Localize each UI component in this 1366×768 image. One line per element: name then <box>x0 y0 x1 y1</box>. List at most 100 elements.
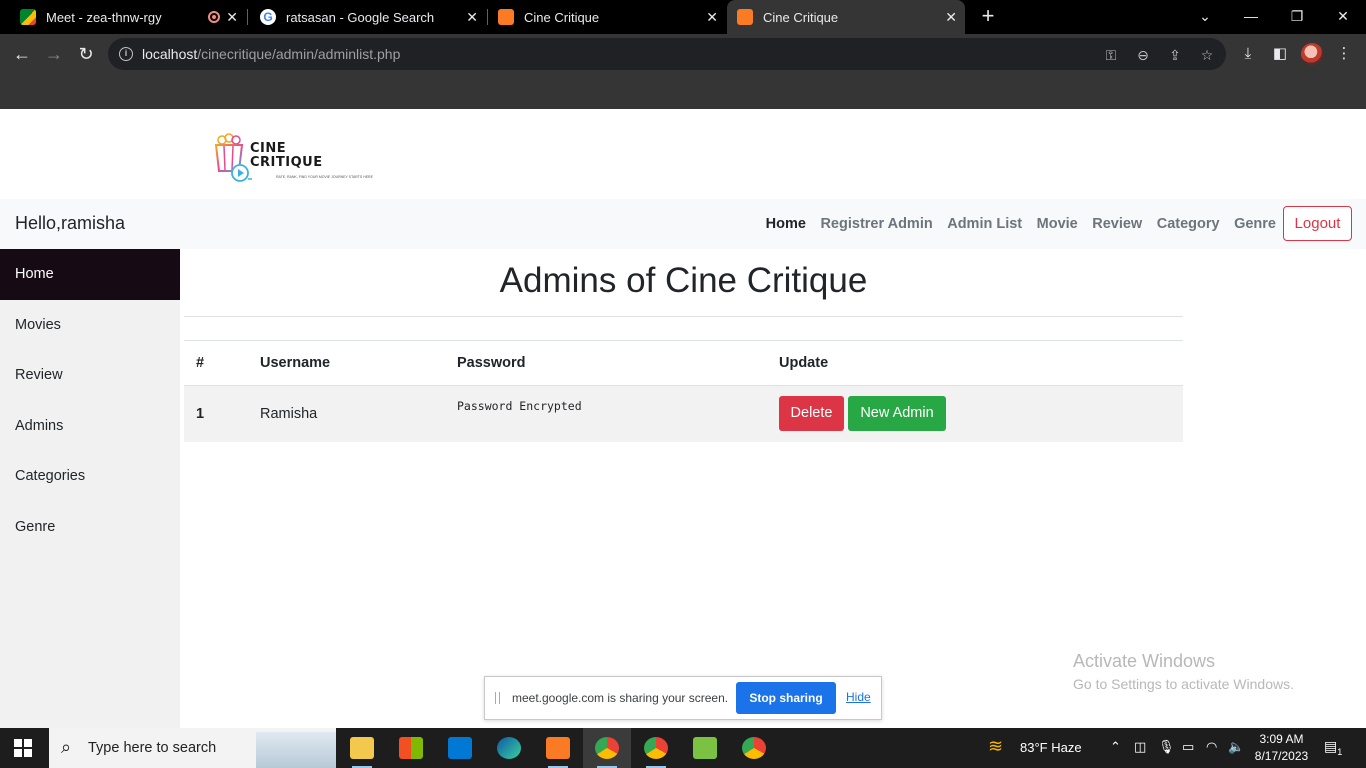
edge-icon[interactable] <box>485 728 533 768</box>
sidebar-item-review[interactable]: Review <box>0 350 180 401</box>
battery-icon[interactable]: ▭ <box>1182 739 1194 755</box>
close-tab-icon[interactable]: ✕ <box>466 9 478 26</box>
nav-links: Home Registrer Admin Admin List Movie Re… <box>751 199 1276 249</box>
download-icon[interactable]: ⤓ <box>1238 44 1258 64</box>
browser-tab-strip: Meet - zea-thnw-rgy ✕ G ratsasan - Googl… <box>0 0 1366 34</box>
logout-button[interactable]: Logout <box>1283 206 1352 241</box>
key-icon[interactable]: ⚿ <box>1102 46 1120 64</box>
volume-icon[interactable]: 🔈 <box>1228 739 1244 755</box>
bookmark-bar <box>0 74 1366 109</box>
logo-wordmark: CRITIQUE <box>250 155 323 170</box>
popcorn-film-icon <box>214 133 252 182</box>
nav-link-category[interactable]: Category <box>1157 216 1220 232</box>
tab-cine-critique-2[interactable]: Cine Critique ✕ <box>727 0 965 34</box>
admins-table: # Username Password Update 1 Ramisha Pas… <box>184 340 1183 442</box>
row-actions: Delete New Admin <box>779 385 1183 442</box>
activate-windows-watermark: Activate Windows Go to Settings to activ… <box>1073 651 1294 692</box>
column-header-number: # <box>184 340 260 386</box>
profile-avatar[interactable] <box>1301 43 1323 65</box>
chrome-icon[interactable] <box>730 728 778 768</box>
nav-link-movie[interactable]: Movie <box>1037 216 1078 232</box>
share-message: meet.google.com is sharing your screen. <box>512 691 729 705</box>
meet-tray-icon[interactable]: ◫ <box>1134 739 1146 755</box>
xampp-taskbar-icon[interactable] <box>534 728 582 768</box>
forward-arrow-icon[interactable]: → <box>42 42 66 66</box>
menu-kebab-icon[interactable]: ⋮ <box>1334 44 1354 64</box>
zoom-icon[interactable]: ⊖ <box>1134 46 1152 64</box>
logo-tagline: RATE, RANK, FIND YOUR MOVIE JOURNEY STAR… <box>276 175 373 179</box>
close-tab-icon[interactable]: ✕ <box>945 9 957 26</box>
search-icon: ⌕ <box>61 737 72 757</box>
tab-meet[interactable]: Meet - zea-thnw-rgy ✕ <box>8 0 246 34</box>
sidebar-item-admins[interactable]: Admins <box>0 401 180 452</box>
new-admin-button[interactable]: New Admin <box>848 396 946 432</box>
wifi-icon[interactable]: ◠ <box>1206 739 1217 755</box>
system-clock[interactable]: 3:09 AM 8/17/2023 <box>1254 731 1309 765</box>
nav-link-home[interactable]: Home <box>766 216 806 232</box>
bookmark-star-icon[interactable]: ☆ <box>1198 46 1216 64</box>
site-info-icon[interactable]: i <box>119 47 133 61</box>
url-text: localhost/cinecritique/admin/adminlist.p… <box>142 46 401 62</box>
top-navbar: Hello,ramisha Home Registrer Admin Admin… <box>0 199 1366 249</box>
close-window-icon[interactable]: ✕ <box>1320 0 1366 34</box>
table-row: 1 Ramisha Password Encrypted Delete New A… <box>184 385 1183 442</box>
back-arrow-icon[interactable]: ← <box>10 42 34 66</box>
nav-link-review[interactable]: Review <box>1092 216 1142 232</box>
chrome-icon[interactable] <box>583 728 631 768</box>
taskbar-search[interactable]: ⌕ Type here to search <box>49 728 336 768</box>
restore-icon[interactable]: ❐ <box>1274 0 1320 34</box>
tab-google-search[interactable]: G ratsasan - Google Search ✕ <box>248 0 486 34</box>
notification-icon[interactable]: ▤1 <box>1324 738 1342 757</box>
tab-title: Cine Critique <box>524 9 600 25</box>
close-tab-icon[interactable]: ✕ <box>226 9 238 26</box>
stop-sharing-button[interactable]: Stop sharing <box>736 682 836 714</box>
file-explorer-icon[interactable] <box>338 728 386 768</box>
chevron-up-icon[interactable]: ⌃ <box>1110 739 1121 755</box>
browser-toolbar: ← → ↻ i localhost/cinecritique/admin/adm… <box>0 34 1366 74</box>
notepad-icon[interactable] <box>681 728 729 768</box>
google-icon: G <box>260 9 276 25</box>
screen-share-bar: meet.google.com is sharing your screen. … <box>484 676 882 720</box>
sidebar-item-home[interactable]: Home <box>0 249 180 300</box>
xampp-icon <box>737 9 753 25</box>
sidebar-item-genre[interactable]: Genre <box>0 502 180 553</box>
windows-taskbar: ⌕ Type here to search ≋ 83°F Haze ⌃ ◫ 🎙 … <box>0 728 1366 768</box>
nav-link-register-admin[interactable]: Registrer Admin <box>820 216 932 232</box>
side-panel-icon[interactable]: ◧ <box>1270 44 1290 64</box>
weather-icon[interactable]: ≋ <box>988 736 1003 757</box>
share-icon[interactable]: ⇪ <box>1166 46 1184 64</box>
address-bar[interactable]: i localhost/cinecritique/admin/adminlist… <box>108 38 1226 70</box>
page-title: Admins of Cine Critique <box>184 249 1183 317</box>
tab-title: Meet - zea-thnw-rgy <box>46 9 162 25</box>
new-tab-icon[interactable]: + <box>976 4 1000 28</box>
page: CINE CRITIQUE RATE, RANK, FIND YOUR MOVI… <box>0 109 1366 728</box>
sidebar-item-categories[interactable]: Categories <box>0 451 180 502</box>
close-tab-icon[interactable]: ✕ <box>706 9 718 26</box>
hide-link[interactable]: Hide <box>846 690 871 704</box>
header-logo-area: CINE CRITIQUE RATE, RANK, FIND YOUR MOVI… <box>0 109 1366 199</box>
greeting-text: Hello,ramisha <box>15 213 126 233</box>
sidebar-item-movies[interactable]: Movies <box>0 300 180 351</box>
tab-search-chevron-icon[interactable]: ⌄ <box>1182 0 1228 34</box>
tab-cine-critique-1[interactable]: Cine Critique ✕ <box>488 0 726 34</box>
delete-button[interactable]: Delete <box>779 396 844 432</box>
mail-icon[interactable] <box>436 728 484 768</box>
column-header-password: Password <box>457 340 779 386</box>
watermark-title: Activate Windows <box>1073 651 1216 671</box>
row-password-cell: Password Encrypted <box>457 385 779 442</box>
windows-start-icon[interactable] <box>14 739 32 757</box>
microphone-icon[interactable]: 🎙 <box>1158 739 1175 755</box>
sidebar: Home Movies Review Admins Categories Gen… <box>0 249 180 728</box>
microsoft-store-icon[interactable] <box>387 728 435 768</box>
weather-text[interactable]: 83°F Haze <box>1020 740 1082 755</box>
chrome-icon[interactable] <box>632 728 680 768</box>
column-header-username: Username <box>260 340 457 386</box>
nav-link-genre[interactable]: Genre <box>1234 216 1276 232</box>
drag-handle-icon[interactable] <box>495 692 500 704</box>
row-password: Password Encrypted <box>457 398 582 413</box>
reload-icon[interactable]: ↻ <box>74 42 98 66</box>
nav-link-admin-list[interactable]: Admin List <box>947 216 1022 232</box>
site-logo[interactable]: CINE CRITIQUE RATE, RANK, FIND YOUR MOVI… <box>212 133 382 187</box>
minimize-icon[interactable]: — <box>1228 0 1274 34</box>
row-username: Ramisha <box>260 385 457 442</box>
